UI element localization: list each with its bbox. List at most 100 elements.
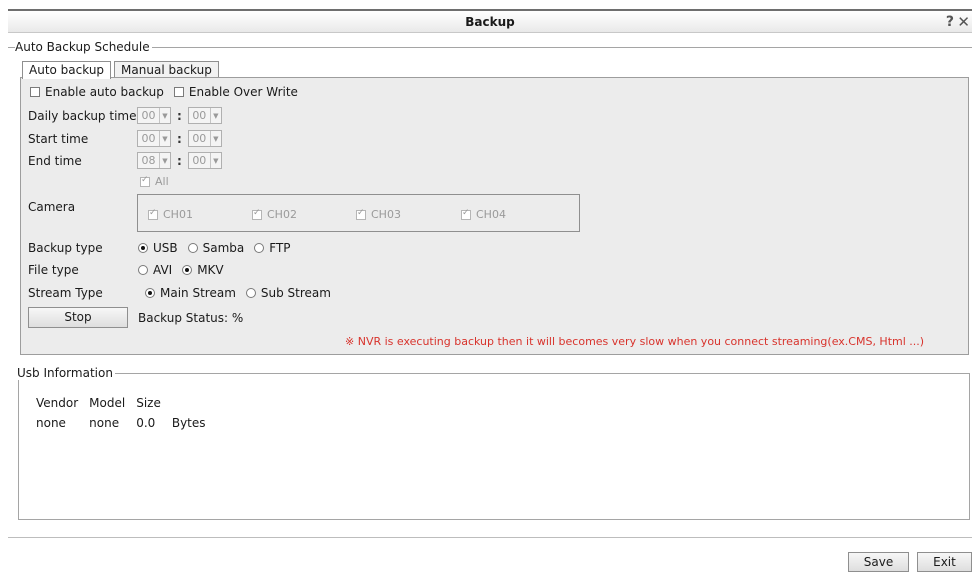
enable-over-write-option[interactable]: Enable Over Write: [173, 85, 298, 99]
start-hour-select[interactable]: 00 ▼: [137, 130, 171, 147]
camera-all-label: All: [155, 175, 169, 188]
footer-divider: [8, 537, 972, 538]
time-colon: :: [177, 108, 182, 123]
chevron-down-icon: ▼: [209, 131, 221, 146]
end-time-label: End time: [28, 154, 82, 168]
daily-minute-value: 00: [192, 109, 207, 122]
backup-type-usb[interactable]: USB: [138, 241, 178, 255]
chevron-down-icon: ▼: [209, 153, 221, 168]
samba-label: Samba: [202, 241, 245, 255]
ch01-label: CH01: [163, 208, 193, 221]
backup-status: Backup Status: %: [138, 311, 243, 325]
usb-table: Vendor Model Size none none 0.0 Bytes: [34, 394, 217, 436]
start-minute-value: 00: [192, 132, 207, 145]
channel-ch04[interactable]: CH04: [461, 208, 506, 221]
enable-auto-backup-checkbox[interactable]: [30, 87, 40, 97]
enable-over-write-checkbox[interactable]: [173, 87, 184, 97]
avi-radio[interactable]: [138, 265, 148, 275]
samba-radio[interactable]: [187, 243, 198, 253]
backup-type-ftp[interactable]: FTP: [254, 241, 291, 255]
usb-cell-vendor: none: [36, 416, 66, 430]
chevron-down-icon: ▼: [209, 108, 221, 123]
stream-type-sub[interactable]: Sub Stream: [245, 286, 331, 300]
ch01-checkbox[interactable]: [148, 208, 158, 220]
time-colon: :: [177, 131, 182, 146]
ftp-radio[interactable]: [254, 243, 265, 253]
tab-bar: Auto backup Manual backup: [22, 61, 222, 79]
ftp-label: FTP: [269, 241, 291, 255]
chevron-down-icon: ▼: [159, 131, 170, 146]
title-bar: Backup ? ✕: [8, 9, 972, 33]
file-type-avi[interactable]: AVI: [138, 263, 172, 277]
ch03-checkbox[interactable]: [356, 208, 366, 220]
ch03-label: CH03: [371, 208, 401, 221]
file-type-label: File type: [28, 263, 79, 277]
usb-header-vendor: Vendor: [36, 396, 79, 410]
backup-status-label: Backup Status:: [138, 311, 229, 325]
backup-type-samba[interactable]: Samba: [187, 241, 245, 255]
main-stream-label: Main Stream: [160, 286, 236, 300]
file-type-options: AVI MKV: [138, 263, 234, 277]
chevron-down-icon: ▼: [159, 108, 170, 123]
time-colon: :: [177, 153, 182, 168]
usb-information-legend: Usb Information: [17, 366, 115, 380]
camera-all-checkbox[interactable]: [140, 175, 150, 187]
ch04-checkbox[interactable]: [461, 208, 471, 220]
channel-ch01[interactable]: CH01: [148, 208, 193, 221]
enable-auto-backup-option[interactable]: Enable auto backup: [30, 85, 164, 99]
backup-warning-text: ※ NVR is executing backup then it will b…: [345, 335, 925, 348]
start-hour-value: 00: [141, 132, 156, 145]
daily-backup-time-label: Daily backup time: [28, 109, 137, 123]
avi-label: AVI: [153, 263, 173, 277]
camera-channel-box: CH01 CH02 CH03 CH04: [137, 194, 580, 232]
channel-ch02[interactable]: CH02: [252, 208, 297, 221]
main-stream-radio[interactable]: [145, 288, 155, 298]
daily-hour-value: 00: [141, 109, 156, 122]
exit-button[interactable]: Exit: [917, 552, 972, 572]
usb-header-empty: [172, 396, 215, 414]
ch02-checkbox[interactable]: [252, 208, 262, 220]
start-time-label: Start time: [28, 132, 89, 146]
chevron-down-icon: ▼: [159, 153, 170, 168]
save-button[interactable]: Save: [848, 552, 909, 572]
camera-all-option[interactable]: All: [140, 175, 169, 188]
daily-backup-time-selector: 00 ▼ : 00 ▼: [137, 107, 222, 124]
sub-stream-label: Sub Stream: [260, 286, 331, 300]
usb-header-size: Size: [136, 396, 161, 410]
end-minute-value: 00: [192, 154, 207, 167]
help-icon[interactable]: ?: [946, 14, 954, 30]
end-hour-select[interactable]: 08 ▼: [137, 152, 171, 169]
file-type-mkv[interactable]: MKV: [182, 263, 224, 277]
start-time-selector: 00 ▼ : 00 ▼: [137, 130, 222, 147]
enable-auto-backup-label: Enable auto backup: [45, 85, 164, 99]
backup-status-value: %: [231, 311, 244, 325]
tab-auto-backup[interactable]: Auto backup: [22, 61, 112, 79]
usb-cell-model: none: [89, 416, 120, 430]
camera-label: Camera: [28, 200, 76, 214]
mkv-radio[interactable]: [182, 265, 193, 275]
mkv-label: MKV: [197, 263, 224, 277]
end-time-selector: 08 ▼ : 00 ▼: [137, 152, 222, 169]
enable-over-write-label: Enable Over Write: [188, 85, 298, 99]
sub-stream-radio[interactable]: [245, 288, 256, 298]
stop-button[interactable]: Stop: [28, 307, 128, 328]
daily-hour-select[interactable]: 00 ▼: [137, 107, 171, 124]
table-row: none none 0.0 Bytes: [36, 416, 215, 434]
end-minute-select[interactable]: 00 ▼: [187, 152, 222, 169]
channel-ch03[interactable]: CH03: [356, 208, 401, 221]
usb-header-model: Model: [89, 396, 126, 410]
backup-type-options: USB Samba FTP: [138, 241, 301, 255]
daily-minute-select[interactable]: 00 ▼: [187, 107, 222, 124]
close-icon[interactable]: ✕: [957, 13, 970, 31]
auto-backup-schedule-legend: Auto Backup Schedule: [15, 40, 152, 54]
enable-row: Enable auto backup Enable Over Write: [30, 85, 308, 99]
tab-manual-backup[interactable]: Manual backup: [114, 61, 219, 78]
stream-type-options: Main Stream Sub Stream: [145, 286, 341, 300]
usb-radio[interactable]: [138, 243, 148, 253]
start-minute-select[interactable]: 00 ▼: [187, 130, 222, 147]
stream-type-main[interactable]: Main Stream: [145, 286, 236, 300]
usb-cell-size: 0.0: [136, 416, 156, 430]
ch04-label: CH04: [476, 208, 506, 221]
window-title: Backup: [465, 15, 515, 29]
backup-type-label: Backup type: [28, 241, 103, 255]
